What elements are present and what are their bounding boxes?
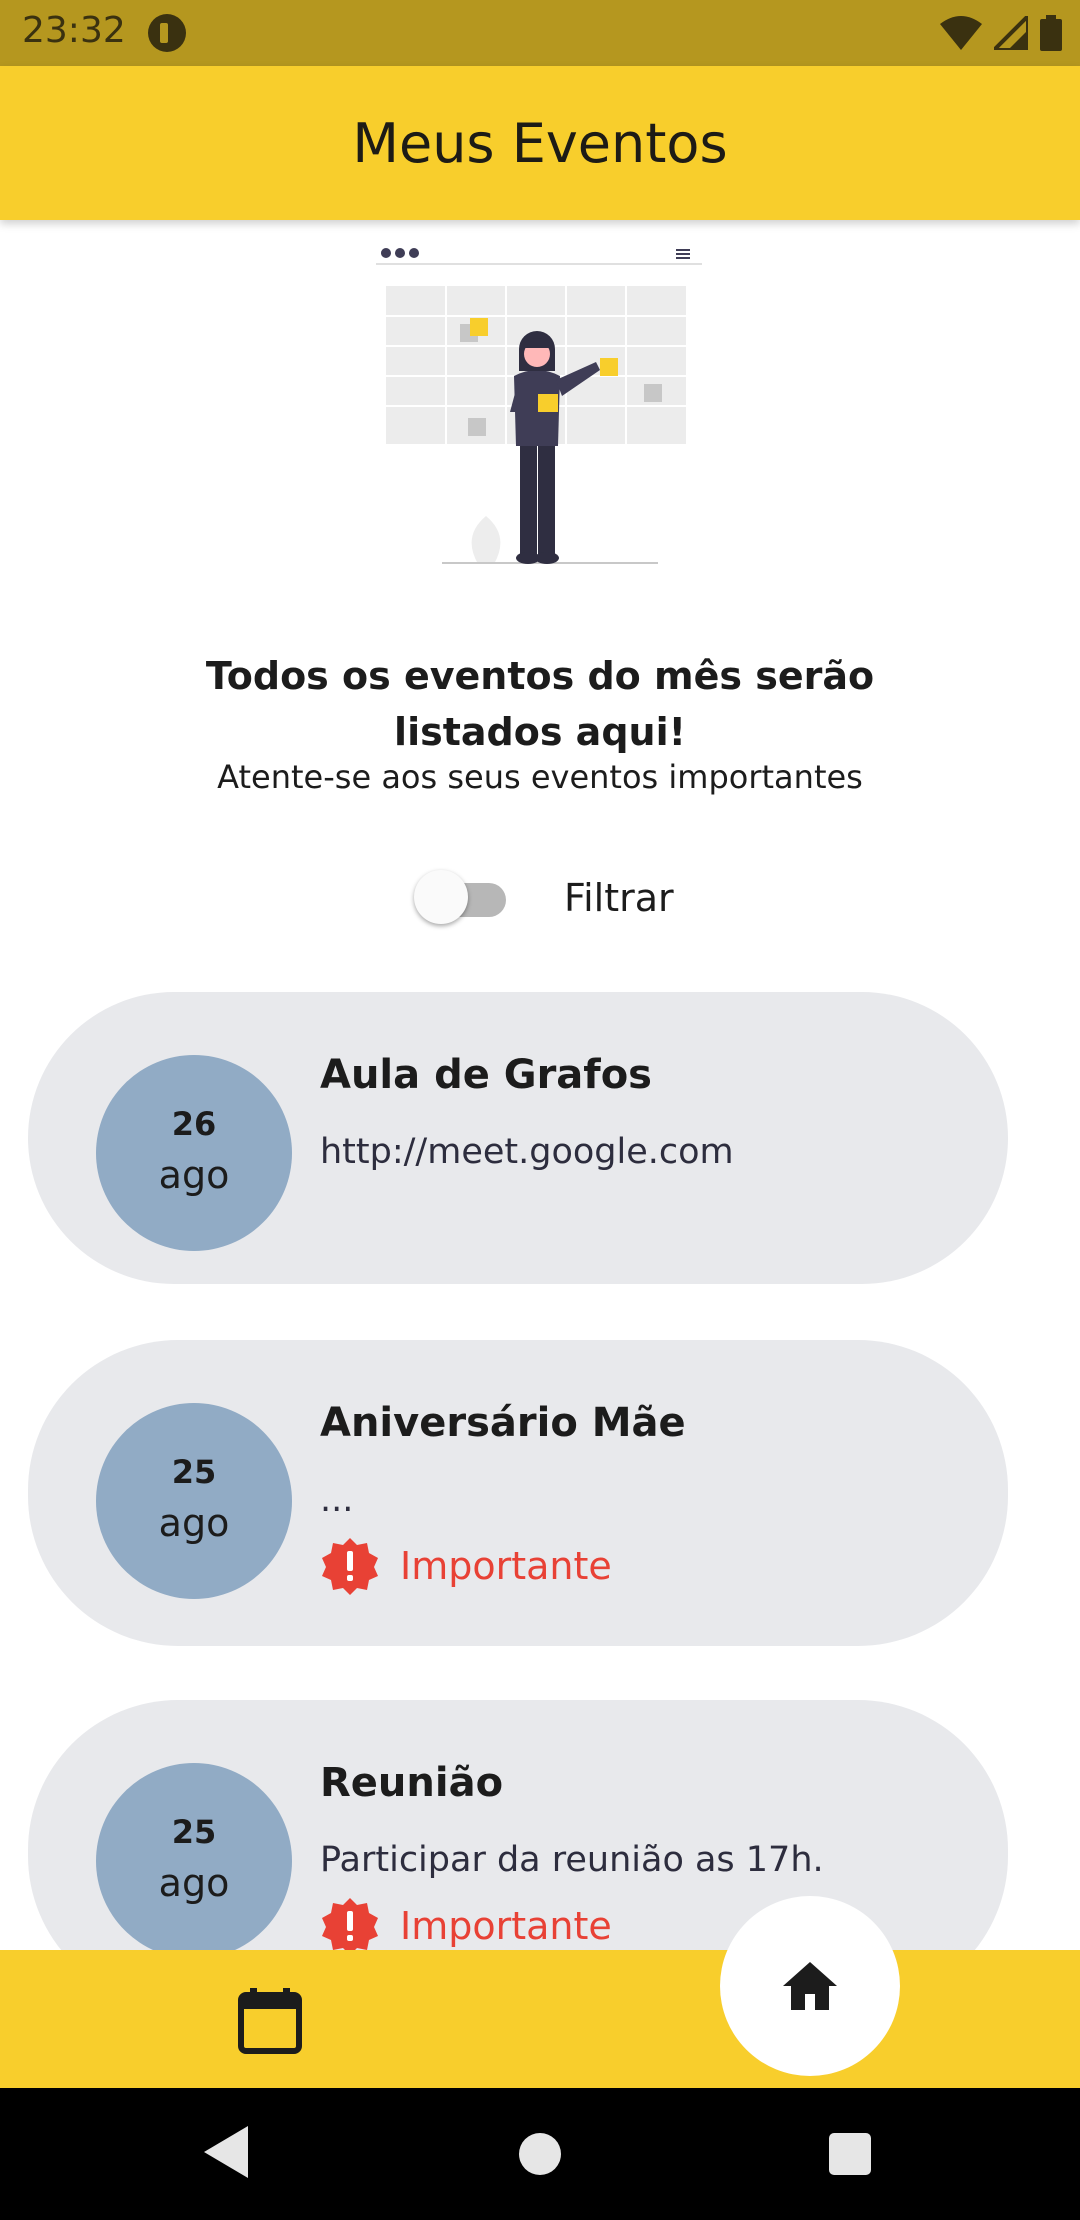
intro-headline-line-2: listados aqui! bbox=[394, 710, 686, 754]
calendar-nav-button[interactable] bbox=[236, 1986, 304, 2054]
alert-icon bbox=[322, 1538, 378, 1595]
battery-icon bbox=[1040, 15, 1062, 51]
status-time: 23:32 bbox=[22, 10, 126, 51]
app-bar: Meus Eventos bbox=[0, 66, 1080, 220]
event-day: 25 bbox=[171, 1453, 217, 1491]
intro-headline-line-1: Todos os eventos do mês serão bbox=[205, 654, 875, 698]
event-description: Participar da reunião as 17h. bbox=[320, 1840, 824, 1880]
system-home-icon[interactable] bbox=[519, 2133, 561, 2175]
bottom-navigation bbox=[0, 1950, 1080, 2088]
recent-apps-icon[interactable] bbox=[829, 2133, 871, 2175]
event-month: ago bbox=[158, 1153, 230, 1197]
important-label: Importante bbox=[400, 1904, 612, 1948]
home-nav-button[interactable] bbox=[720, 1896, 900, 2076]
filter-row: Filtrar bbox=[410, 866, 674, 930]
status-bar: 23:32 bbox=[0, 0, 1080, 66]
event-date-badge: 25 ago bbox=[96, 1763, 292, 1959]
event-date-badge: 25 ago bbox=[96, 1403, 292, 1599]
status-icons bbox=[940, 14, 1062, 52]
event-title: Aniversário Mãe bbox=[320, 1400, 686, 1446]
event-card[interactable]: 26 ago Aula de Grafos http://meet.google… bbox=[28, 992, 1008, 1284]
home-icon bbox=[783, 1962, 837, 2010]
event-month: ago bbox=[158, 1501, 230, 1545]
notification-app-icon bbox=[148, 14, 186, 52]
important-tag: Importante bbox=[320, 1896, 612, 1956]
back-icon[interactable] bbox=[204, 2126, 248, 2178]
page-title: Meus Eventos bbox=[352, 112, 728, 175]
event-day: 25 bbox=[171, 1813, 217, 1851]
intro-headline: Todos os eventos do mês serão listados a… bbox=[0, 648, 1080, 760]
intro-subheadline: Atente-se aos seus eventos importantes bbox=[217, 758, 863, 796]
wifi-icon bbox=[940, 16, 982, 50]
important-tag: Importante bbox=[320, 1536, 612, 1596]
filter-toggle[interactable] bbox=[410, 866, 514, 930]
event-description: ... bbox=[320, 1480, 354, 1520]
event-card[interactable]: 25 ago Aniversário Mãe ... Importante bbox=[28, 1340, 1008, 1646]
calendar-icon bbox=[238, 1988, 302, 2054]
event-day: 26 bbox=[171, 1105, 217, 1143]
filter-toggle-thumb[interactable] bbox=[414, 870, 468, 924]
event-date-badge: 26 ago bbox=[96, 1055, 292, 1251]
cellular-signal-icon bbox=[994, 16, 1028, 50]
event-title: Reunião bbox=[320, 1760, 504, 1806]
event-month: ago bbox=[158, 1861, 230, 1905]
important-label: Importante bbox=[400, 1544, 612, 1588]
event-description: http://meet.google.com bbox=[320, 1132, 734, 1172]
calendar-illustration bbox=[370, 236, 710, 572]
system-navigation-bar bbox=[0, 2088, 1080, 2220]
alert-icon bbox=[322, 1898, 378, 1955]
filter-label: Filtrar bbox=[564, 876, 674, 920]
event-title: Aula de Grafos bbox=[320, 1052, 652, 1098]
